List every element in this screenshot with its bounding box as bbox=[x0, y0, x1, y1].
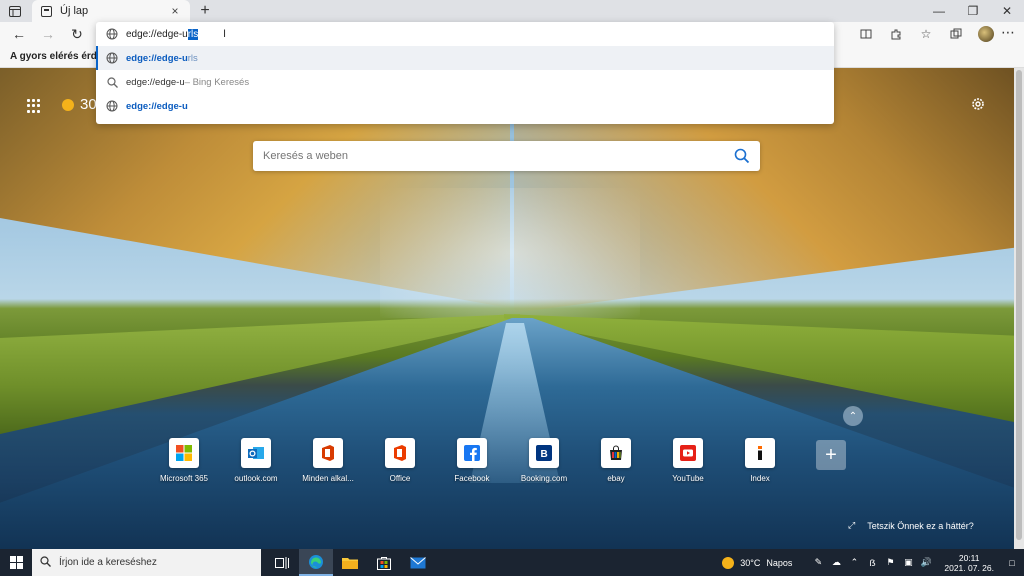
edge-browser-icon[interactable] bbox=[299, 549, 333, 576]
index-icon bbox=[745, 438, 775, 468]
taskbar-search-placeholder: Írjon ide a kereséshez bbox=[59, 557, 157, 568]
outlook-icon bbox=[241, 438, 271, 468]
page-scrollbar[interactable] bbox=[1014, 68, 1024, 549]
chevron-up-icon[interactable]: ⌃ bbox=[848, 557, 860, 569]
booking-icon: B bbox=[529, 438, 559, 468]
windows-start-icon[interactable] bbox=[0, 549, 32, 576]
tab-new-tab[interactable]: Új lap × bbox=[32, 0, 190, 22]
quick-link-outlook[interactable]: outlook.com bbox=[220, 438, 292, 483]
quick-link-booking[interactable]: B Booking.com bbox=[508, 438, 580, 483]
more-options-icon[interactable]: ⋯ bbox=[1000, 25, 1016, 41]
sun-icon bbox=[62, 98, 74, 111]
suggestion-item[interactable]: edge://edge-u – Bing Keresés bbox=[96, 70, 834, 94]
address-bar-dropdown: edge://edge-urls I edge://edge-u rls edge… bbox=[96, 22, 834, 124]
text-cursor-icon: I bbox=[223, 28, 227, 40]
chevron-up-icon[interactable]: ⌃ bbox=[843, 406, 863, 426]
volume-icon[interactable]: 🔊 bbox=[920, 557, 932, 569]
file-explorer-icon[interactable] bbox=[333, 549, 367, 576]
clock[interactable]: 20:11 2021. 07. 26. bbox=[944, 553, 994, 573]
security-icon[interactable]: ⚑ bbox=[884, 557, 896, 569]
tab-title: Új lap bbox=[60, 5, 89, 17]
youtube-icon bbox=[673, 438, 703, 468]
suggestion-item[interactable]: edge://edge-u rls bbox=[96, 46, 834, 70]
new-tab-page-icon bbox=[40, 5, 52, 17]
background-feedback[interactable]: ⤢ Tetszik Önnek ez a háttér? bbox=[848, 520, 974, 531]
clock-date: 2021. 07. 26. bbox=[944, 562, 994, 573]
app-launcher-icon[interactable] bbox=[27, 99, 41, 113]
refresh-icon[interactable]: ↻ bbox=[68, 25, 86, 43]
quick-link-youtube[interactable]: YouTube bbox=[652, 438, 724, 483]
tray-weather-desc[interactable]: Napos bbox=[766, 558, 792, 568]
page-settings-icon[interactable] bbox=[970, 96, 986, 112]
collections-icon[interactable] bbox=[946, 24, 966, 44]
office-icon bbox=[385, 438, 415, 468]
quick-links: Microsoft 365 outlook.com Minden alkal..… bbox=[148, 438, 796, 483]
network-icon[interactable]: ▣ bbox=[902, 557, 914, 569]
taskbar-search-box[interactable]: Írjon ide a kereséshez bbox=[32, 549, 261, 576]
quick-link-facebook[interactable]: Facebook bbox=[436, 438, 508, 483]
web-search-input[interactable] bbox=[263, 150, 734, 162]
task-view-icon[interactable] bbox=[265, 549, 299, 576]
microsoft-365-icon bbox=[169, 438, 199, 468]
weather-temperature: 30 bbox=[80, 96, 97, 113]
search-icon[interactable] bbox=[734, 148, 750, 164]
globe-icon bbox=[106, 52, 118, 64]
search-icon bbox=[106, 76, 118, 88]
weather-widget[interactable]: 30 bbox=[62, 96, 97, 113]
profile-avatar[interactable] bbox=[976, 24, 996, 44]
background-prompt-text: Tetszik Önnek ez a háttér? bbox=[867, 520, 974, 531]
search-icon bbox=[40, 555, 51, 570]
extensions-icon[interactable] bbox=[886, 24, 906, 44]
notifications-icon[interactable]: □ bbox=[1006, 557, 1018, 569]
back-arrow-icon[interactable]: ← bbox=[10, 25, 28, 43]
minimize-icon[interactable]: — bbox=[922, 0, 956, 22]
ebay-icon bbox=[601, 438, 631, 468]
restore-icon[interactable]: ❐ bbox=[956, 0, 990, 22]
address-bar[interactable]: edge://edge-urls I bbox=[96, 22, 834, 46]
favorites-icon[interactable]: ☆ bbox=[916, 24, 936, 44]
microsoft-store-icon[interactable] bbox=[367, 549, 401, 576]
new-tab-page: 30 Microsoft 365 outlook.com Minden alka… bbox=[0, 68, 1024, 549]
mail-icon[interactable] bbox=[401, 549, 435, 576]
close-tab-icon[interactable]: × bbox=[168, 4, 182, 18]
address-input[interactable]: edge://edge-urls bbox=[126, 28, 199, 40]
svg-text:B: B bbox=[541, 449, 548, 460]
quick-link-microsoft-365[interactable]: Microsoft 365 bbox=[148, 438, 220, 483]
add-quick-link-button[interactable]: + bbox=[816, 440, 846, 470]
web-search-box[interactable] bbox=[253, 141, 760, 171]
globe-icon bbox=[106, 28, 118, 40]
office-apps-icon bbox=[313, 438, 343, 468]
system-tray: 30°C Napos ✎ ☁ ⌃ ẞ ⚑ ▣ 🔊 20:11 2021. 07.… bbox=[722, 549, 1024, 576]
tray-weather-temp[interactable]: 30°C bbox=[740, 558, 760, 568]
expand-icon[interactable]: ⤢ bbox=[848, 520, 855, 531]
facebook-icon bbox=[457, 438, 487, 468]
sun-icon[interactable] bbox=[722, 556, 735, 569]
taskbar: Írjon ide a kereséshez 30°C Napos ✎ ☁ ⌃ … bbox=[0, 549, 1024, 576]
new-tab-button[interactable]: + bbox=[196, 2, 214, 20]
bluetooth-icon[interactable]: ẞ bbox=[866, 557, 878, 569]
forward-arrow-icon[interactable]: → bbox=[39, 25, 57, 43]
cloud-icon[interactable]: ☁ bbox=[830, 557, 842, 569]
quick-link-all-apps[interactable]: Minden alkal... bbox=[292, 438, 364, 483]
quick-link-office[interactable]: Office bbox=[364, 438, 436, 483]
title-bar: Új lap × + — ❐ ✕ bbox=[0, 0, 1024, 22]
close-window-icon[interactable]: ✕ bbox=[990, 0, 1024, 22]
autocomplete-selection: rls bbox=[187, 28, 199, 40]
tab-actions-icon[interactable] bbox=[6, 3, 24, 19]
quick-link-index[interactable]: Index bbox=[724, 438, 796, 483]
globe-icon bbox=[106, 100, 118, 112]
reading-view-icon[interactable] bbox=[856, 24, 876, 44]
suggestion-item[interactable]: edge://edge-u bbox=[96, 94, 834, 118]
clock-time: 20:11 bbox=[958, 552, 980, 563]
pen-workspace-icon[interactable]: ✎ bbox=[812, 557, 824, 569]
quick-link-ebay[interactable]: ebay bbox=[580, 438, 652, 483]
